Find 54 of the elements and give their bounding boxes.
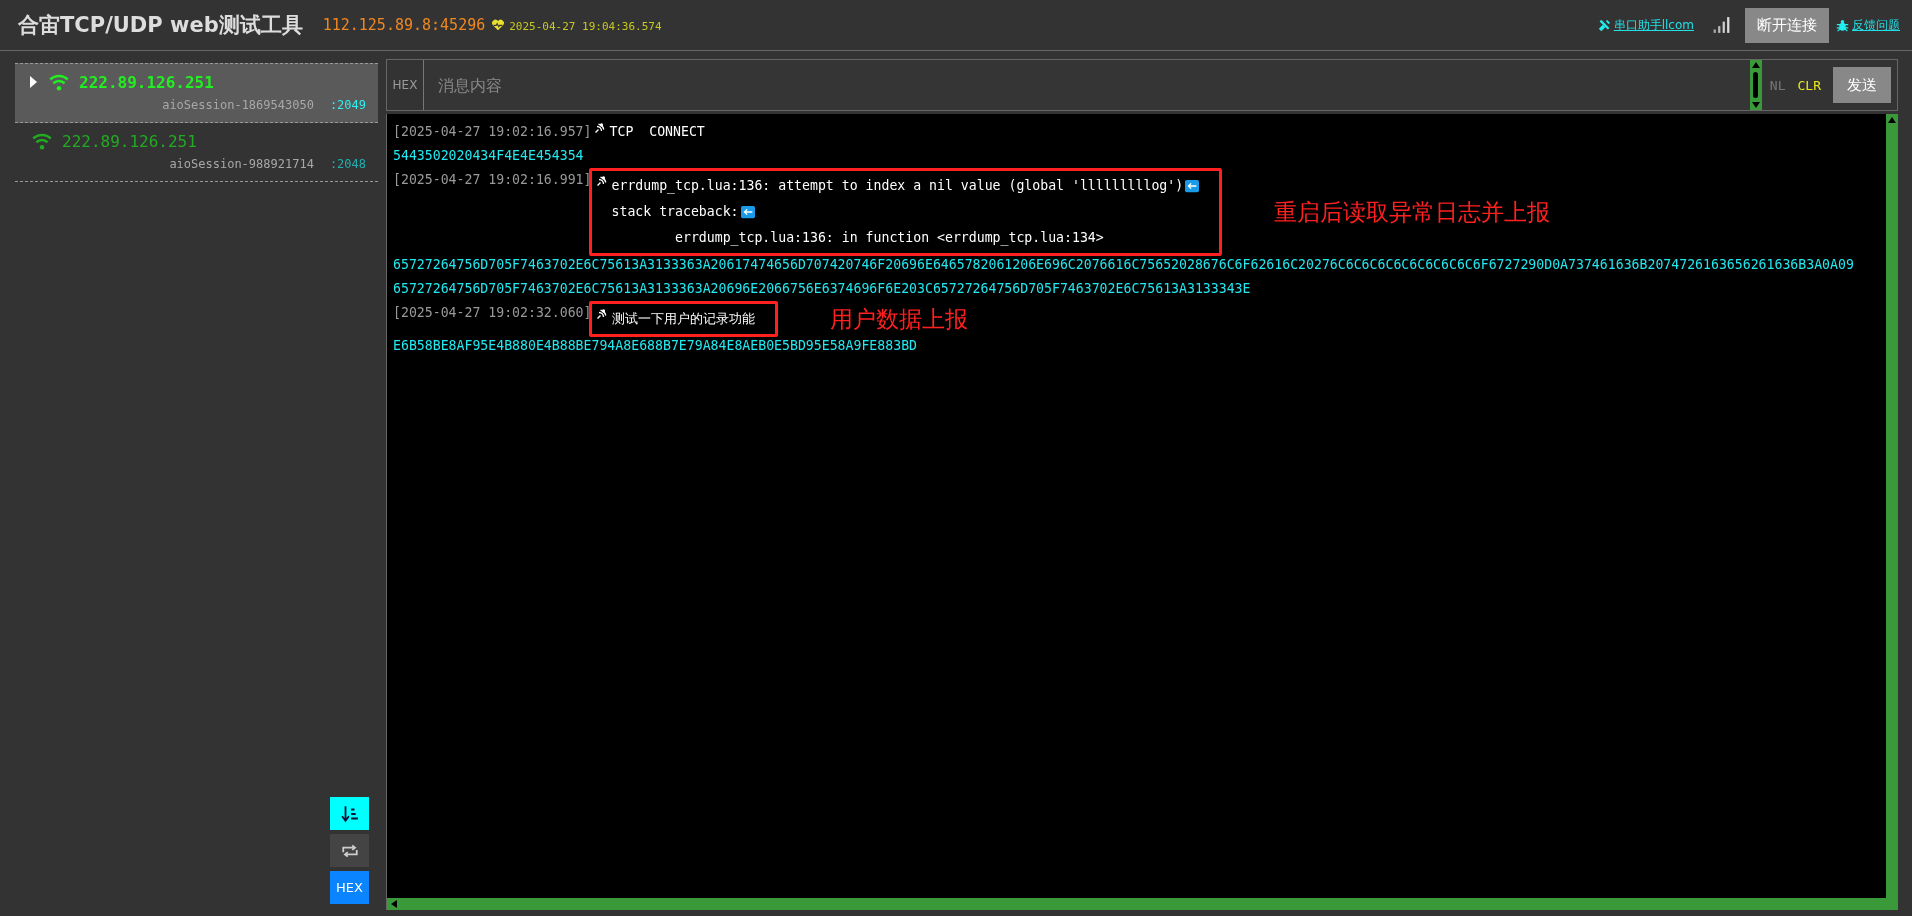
log-timestamp: [2025-04-27 19:02:16.957]	[393, 123, 592, 141]
log-message: stack traceback:	[611, 203, 739, 221]
tools-icon	[1597, 18, 1611, 32]
session-port: :2048	[329, 157, 366, 171]
log-message: TCP CONNECT	[609, 123, 705, 141]
server-address: 112.125.89.8:45296	[322, 16, 486, 34]
disconnect-button[interactable]: 断开连接	[1745, 7, 1829, 43]
return-arrow-icon	[1185, 179, 1200, 193]
vertical-scrollbar[interactable]	[1886, 114, 1898, 898]
signal-icon	[1711, 16, 1732, 34]
caret-icon	[30, 76, 37, 88]
wifi-icon	[47, 72, 71, 92]
satellite-icon	[595, 308, 608, 320]
up-arrow-icon[interactable]	[1888, 117, 1896, 123]
annotation-label: 重启后读取异常日志并上报	[1274, 200, 1551, 224]
hex-toggle[interactable]: HEX	[330, 871, 369, 904]
hex-data-line: 65727264756D705F7463702E6C75613A3133363A20617474656D707420746F20696E6465782061206E696C2076616C75652028676C6F62616C20276C6C6C6C6C6C6C6C6C6F6727290D0A737461636B2074726163656261636B3A0A09	[393, 256, 1855, 274]
session-item[interactable]: 222.89.126.251 aioSession-1869543050 :2049	[15, 63, 378, 123]
satellite-icon	[593, 122, 606, 134]
session-ip: 222.89.126.251	[79, 72, 214, 92]
heart-icon	[491, 18, 506, 32]
log-message: 测试一下用户的记录功能	[611, 310, 755, 328]
session-ip: 222.89.126.251	[62, 131, 197, 151]
send-button[interactable]: 发送	[1833, 67, 1891, 103]
log-timestamp: [2025-04-27 19:02:32.060]	[393, 304, 592, 322]
session-name: aioSession-988921714	[169, 157, 314, 171]
down-arrow-icon[interactable]	[1751, 102, 1760, 108]
session-port: :2049	[329, 98, 366, 112]
hex-data-line: 65727264756D705F7463702E6C75613A3133363A20696E2066756E6374696F6E203C65727264756D705F7463702E6C75613A3133343E	[393, 280, 1252, 298]
log-message: errdump_tcp.lua:136: attempt to index a nil value (global 'lllllllllog')	[611, 177, 1184, 196]
app-title: 合宙TCP/UDP web测试工具	[18, 12, 303, 39]
up-arrow-icon[interactable]	[1751, 62, 1760, 68]
sort-down-icon	[340, 804, 359, 823]
hex-data-line: E6B58BE8AF95E4B880E4B88BE794A8E688B7E79A84E8AEB0E5BD95E58A9FE883BD	[393, 337, 918, 355]
log-timestamp: [2025-04-27 19:02:16.991]	[393, 171, 592, 189]
clear-button[interactable]: CLR	[1797, 77, 1821, 93]
log-message: errdump_tcp.lua:136: in function <errdump_tcp.lua:134>	[674, 229, 1104, 248]
autoscroll-toggle[interactable]	[330, 797, 369, 830]
heartbeat-time: 2025-04-27 19:04:36.574	[509, 19, 662, 33]
header-link[interactable]: 反馈问题	[1852, 16, 1900, 34]
message-bar[interactable]: HEX 消息内容 NL CLR 发送	[386, 59, 1898, 111]
session-item[interactable]: 222.89.126.251 aioSession-988921714 :2048	[15, 123, 378, 182]
hex-data-line: 5443502020434F4E4E454354	[393, 147, 585, 165]
newline-toggle[interactable]: NL	[1769, 77, 1786, 93]
satellite-icon	[595, 175, 608, 187]
session-name: aioSession-1869543050	[162, 98, 314, 112]
horizontal-scrollbar[interactable]	[387, 898, 1898, 910]
return-arrow-icon	[740, 205, 755, 219]
wifi-icon	[30, 131, 54, 151]
left-arrow-icon[interactable]	[391, 900, 397, 908]
loop-toggle[interactable]	[330, 834, 369, 867]
bug-icon	[1836, 18, 1849, 32]
header-link[interactable]: 串口助手llcom	[1613, 16, 1694, 34]
annotation-label: 用户数据上报	[829, 307, 968, 331]
